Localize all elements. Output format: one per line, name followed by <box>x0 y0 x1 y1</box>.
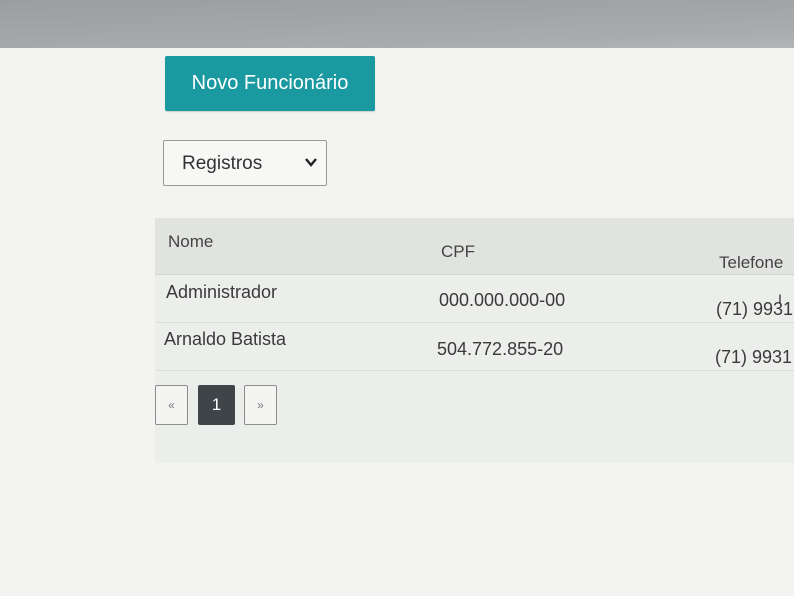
cell-nome: Arnaldo Batista <box>164 329 287 349</box>
cell-telefone: (71) 9931 <box>715 347 793 367</box>
cell-cpf: 504.772.855-20 <box>437 339 564 359</box>
table-header: Nome CPF Telefone <box>155 218 794 275</box>
pagination-prev-button[interactable]: « <box>155 385 188 425</box>
pagination-next-button[interactable]: » <box>244 385 277 425</box>
column-header-nome: Nome <box>168 232 214 251</box>
cell-cpf: 000.000.000-00 <box>439 290 566 310</box>
cell-nome: Administrador <box>166 282 278 302</box>
employees-table: Nome CPF Telefone Administrador 000.000.… <box>155 218 794 463</box>
row-divider <box>155 370 794 371</box>
text-cursor-icon: I <box>778 291 782 307</box>
column-header-telefone: Telefone <box>719 253 784 272</box>
records-select-value: Registros <box>182 153 263 174</box>
new-employee-button[interactable]: Novo Funcionário <box>165 56 375 111</box>
records-select[interactable]: Registros <box>163 140 327 186</box>
column-header-cpf: CPF <box>441 242 475 261</box>
row-divider <box>155 322 794 323</box>
chevron-down-icon <box>305 158 317 167</box>
pagination-page-1[interactable]: 1 <box>198 385 235 425</box>
